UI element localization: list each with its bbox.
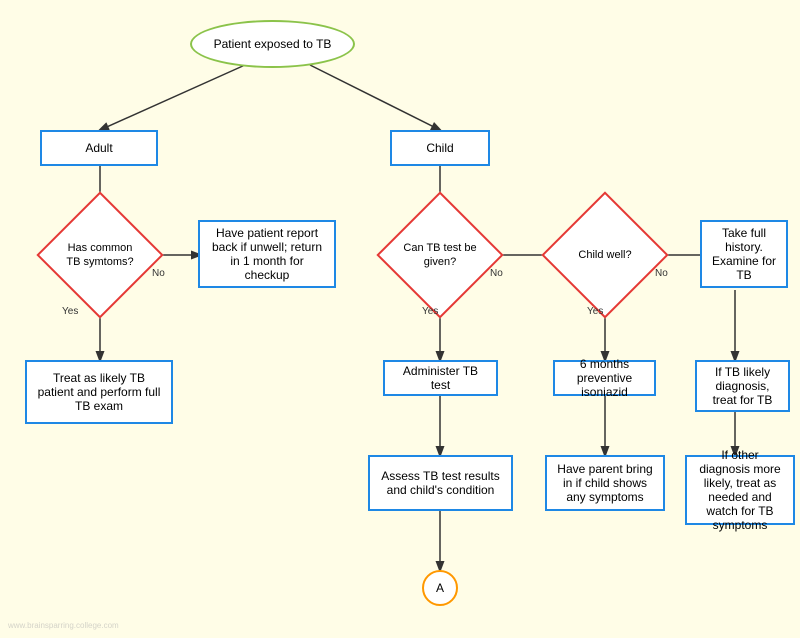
tb-test-diamond-wrap: Can TB test be given? (395, 210, 485, 300)
yes-adult-label: Treat as likely TB patient and perform f… (35, 371, 163, 413)
take-history-label: Take full history. Examine for TB (710, 226, 778, 282)
tb-test-diamond-text: Can TB test be given? (403, 241, 478, 270)
assess-tb-label: Assess TB test results and child's condi… (378, 469, 503, 497)
if-tb-likely-node: If TB likely diagnosis, treat for TB (695, 360, 790, 412)
start-label: Patient exposed to TB (214, 37, 332, 51)
adult-yes-label: Yes (62, 306, 78, 317)
child-well-diamond-wrap: Child well? (560, 210, 650, 300)
no-adult-label: Have patient report back if unwell; retu… (208, 226, 326, 282)
child-well-diamond-text: Child well? (568, 248, 643, 262)
tb-test-no-label: No (490, 268, 503, 279)
administer-tb-label: Administer TB test (393, 364, 488, 392)
child-well-no-label: No (655, 268, 668, 279)
preventive-node: 6 months preventive isoniazid (553, 360, 656, 396)
adult-diamond-text: Has common TB symtoms? (63, 241, 138, 270)
no-adult-node: Have patient report back if unwell; retu… (198, 220, 336, 288)
take-history-node: Take full history. Examine for TB (700, 220, 788, 288)
assess-tb-node: Assess TB test results and child's condi… (368, 455, 513, 511)
other-diagnosis-label: If other diagnosis more likely, treat as… (695, 448, 785, 532)
child-well-yes-label: Yes (587, 306, 603, 317)
child-label: Child (426, 141, 453, 155)
tb-test-yes-label: Yes (422, 306, 438, 317)
parent-bring-node: Have parent bring in if child shows any … (545, 455, 665, 511)
flowchart: Patient exposed to TB Adult Child Has co… (0, 0, 800, 638)
start-node: Patient exposed to TB (190, 20, 355, 68)
circle-a-node: A (422, 570, 458, 606)
adult-no-label: No (152, 268, 165, 279)
adult-node: Adult (40, 130, 158, 166)
preventive-label: 6 months preventive isoniazid (563, 357, 646, 399)
if-tb-likely-label: If TB likely diagnosis, treat for TB (705, 365, 780, 407)
yes-adult-node: Treat as likely TB patient and perform f… (25, 360, 173, 424)
other-diagnosis-node: If other diagnosis more likely, treat as… (685, 455, 795, 525)
adult-label: Adult (85, 141, 112, 155)
administer-tb-node: Administer TB test (383, 360, 498, 396)
watermark: www.brainsparring.college.com (8, 621, 119, 630)
adult-diamond-wrap: Has common TB symtoms? (55, 210, 145, 300)
connectors-svg (0, 0, 800, 638)
parent-bring-label: Have parent bring in if child shows any … (555, 462, 655, 504)
circle-a-label: A (436, 581, 444, 595)
child-node: Child (390, 130, 490, 166)
